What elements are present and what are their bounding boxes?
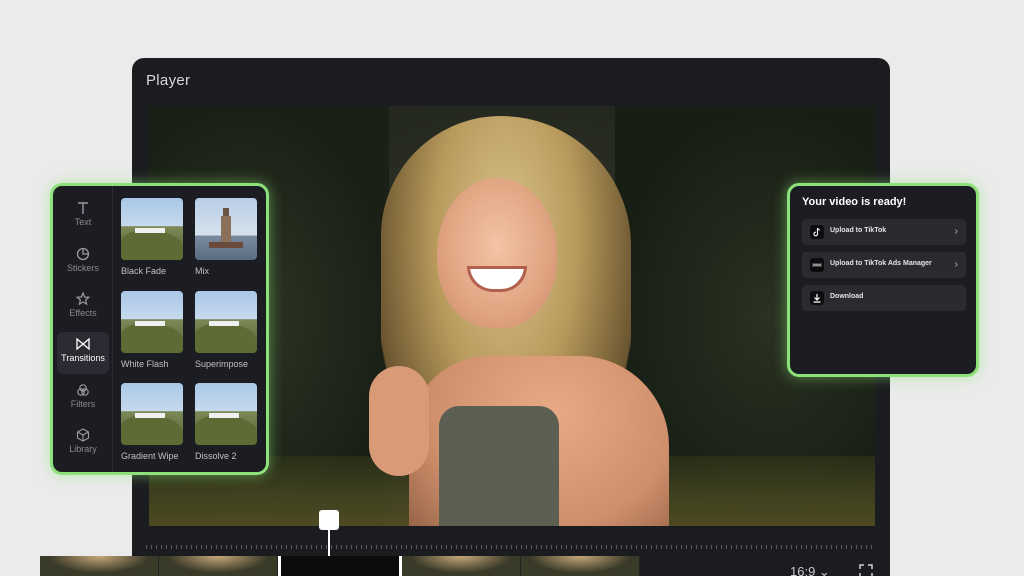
fullscreen-icon[interactable] — [859, 564, 873, 576]
sticker-icon — [76, 247, 90, 261]
transition-thumbnail — [195, 383, 257, 445]
nav-label: Filters — [70, 399, 96, 409]
transition-thumbnail — [121, 291, 183, 353]
chevron-right-icon: › — [954, 226, 958, 237]
transition-tile[interactable]: Mix — [195, 198, 259, 276]
filmstrip-frame — [40, 556, 159, 576]
transitions-bowtie-icon — [76, 337, 90, 351]
filmstrip-frame — [521, 556, 640, 576]
upload-tiktok-button[interactable]: Upload to TikTok › — [802, 219, 966, 245]
transition-thumbnail — [195, 198, 257, 260]
nav-item-library[interactable]: Library — [57, 423, 109, 465]
nav-label: Transitions — [61, 353, 105, 363]
nav-item-filters[interactable]: Filters — [57, 378, 109, 420]
download-icon — [810, 291, 824, 305]
tiktok-icon — [810, 225, 824, 239]
tiktok-ads-icon — [810, 258, 824, 272]
timeline-filmstrip[interactable] — [40, 556, 640, 576]
transition-tile[interactable]: Superimpose — [195, 291, 259, 369]
nav-item-effects[interactable]: Effects — [57, 287, 109, 329]
aspect-ratio-select[interactable]: 16:9 ⌄ — [790, 564, 830, 576]
transition-label: Superimpose — [195, 359, 249, 369]
timeline-ruler[interactable] — [146, 545, 876, 549]
nav-label: Text — [74, 217, 92, 227]
video-subject-top — [439, 406, 559, 526]
transition-thumbnail — [121, 383, 183, 445]
filmstrip-frame — [159, 556, 278, 576]
nav-item-transitions[interactable]: Transitions — [57, 332, 109, 374]
filmstrip-frame — [402, 556, 521, 576]
nav-label: Effects — [69, 308, 97, 318]
nav-item-stickers[interactable]: Stickers — [57, 242, 109, 284]
nav-item-text[interactable]: Text — [57, 196, 109, 238]
upload-tiktok-ads-label: Upload to TikTok Ads Manager — [830, 260, 932, 267]
transition-label: Black Fade — [121, 266, 167, 276]
transition-tile[interactable]: Black Fade — [121, 198, 185, 276]
effects-star-icon — [76, 292, 90, 306]
side-nav: Text Stickers Effects Transitions Filter… — [53, 186, 113, 472]
transition-label: White Flash — [121, 359, 169, 369]
player-title: Player — [146, 72, 191, 89]
download-button[interactable]: Download — [802, 285, 966, 311]
export-panel: Your video is ready! Upload to TikTok › … — [787, 183, 979, 377]
transition-tile[interactable]: Gradient Wipe — [121, 383, 185, 461]
transitions-panel: Text Stickers Effects Transitions Filter… — [50, 183, 269, 475]
transition-label: Mix — [195, 266, 209, 276]
transition-thumbnail — [121, 198, 183, 260]
transition-label: Dissolve 2 — [195, 451, 237, 461]
filmstrip-selected-clip[interactable] — [278, 556, 402, 576]
transition-label: Gradient Wipe — [121, 451, 179, 461]
video-subject-hand — [369, 366, 429, 476]
upload-tiktok-label: Upload to TikTok — [830, 227, 887, 234]
chevron-right-icon: › — [954, 259, 958, 270]
upload-tiktok-ads-button[interactable]: Upload to TikTok Ads Manager › — [802, 252, 966, 278]
text-icon — [78, 202, 88, 214]
transition-tile[interactable]: Dissolve 2 — [195, 383, 259, 461]
export-title: Your video is ready! — [802, 196, 907, 208]
video-subject-face — [437, 178, 557, 328]
transition-tile[interactable]: White Flash — [121, 291, 185, 369]
library-cube-icon — [76, 428, 90, 442]
filters-circles-icon — [77, 384, 89, 396]
nav-label: Library — [69, 444, 97, 454]
nav-label: Stickers — [66, 263, 99, 273]
transition-thumbnail — [195, 291, 257, 353]
download-label: Download — [830, 293, 864, 300]
